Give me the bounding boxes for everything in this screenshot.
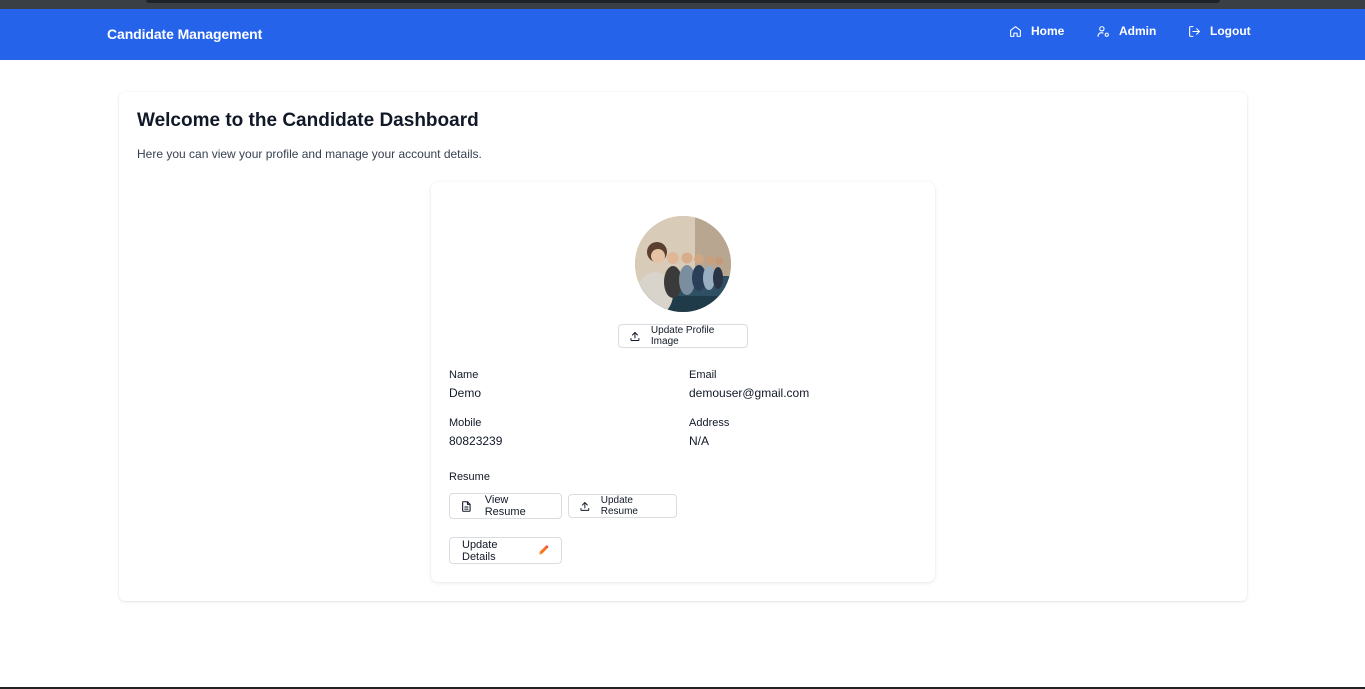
nav-home-label: Home bbox=[1031, 24, 1065, 38]
update-details-button[interactable]: Update Details bbox=[449, 537, 562, 564]
pencil-icon bbox=[538, 545, 548, 555]
home-icon bbox=[1010, 25, 1021, 37]
update-resume-button[interactable]: Update Resume bbox=[568, 494, 677, 518]
update-profile-image-button[interactable]: Update Profile Image bbox=[618, 324, 748, 348]
nav-logout-label: Logout bbox=[1210, 24, 1251, 38]
top-navbar: Candidate Management Home Admin Logout bbox=[0, 9, 1365, 60]
view-resume-button[interactable]: View Resume bbox=[449, 493, 562, 519]
brand-title[interactable]: Candidate Management bbox=[107, 26, 262, 42]
name-label: Name bbox=[449, 369, 479, 381]
resume-label: Resume bbox=[449, 471, 490, 483]
address-label: Address bbox=[689, 417, 730, 429]
address-value: N/A bbox=[689, 434, 710, 448]
mobile-label: Mobile bbox=[449, 417, 482, 429]
mobile-value: 80823239 bbox=[449, 434, 503, 448]
browser-top-strip bbox=[0, 0, 1365, 9]
email-label: Email bbox=[689, 369, 717, 381]
name-value: Demo bbox=[449, 386, 482, 400]
nav-admin-link[interactable]: Admin bbox=[1097, 24, 1156, 38]
nav-admin-label: Admin bbox=[1119, 24, 1157, 38]
nav-home-link[interactable]: Home bbox=[1009, 24, 1064, 38]
user-cog-icon bbox=[1097, 25, 1109, 37]
upload-icon bbox=[630, 331, 640, 341]
document-icon bbox=[462, 500, 471, 512]
profile-avatar bbox=[635, 216, 731, 312]
logout-icon bbox=[1189, 25, 1200, 37]
update-details-label: Update Details bbox=[462, 538, 498, 563]
page-title: Welcome to the Candidate Dashboard bbox=[137, 110, 479, 131]
page-subtitle: Here you can view your profile and manag… bbox=[137, 147, 482, 161]
update-profile-image-label: Update Profile Image bbox=[650, 325, 715, 347]
view-resume-label: View Resume bbox=[484, 494, 526, 518]
upload-icon bbox=[580, 501, 590, 511]
email-value: demouser@gmail.com bbox=[689, 386, 810, 400]
nav-logout-link[interactable]: Logout bbox=[1188, 24, 1251, 38]
update-resume-label: Update Resume bbox=[600, 495, 638, 517]
